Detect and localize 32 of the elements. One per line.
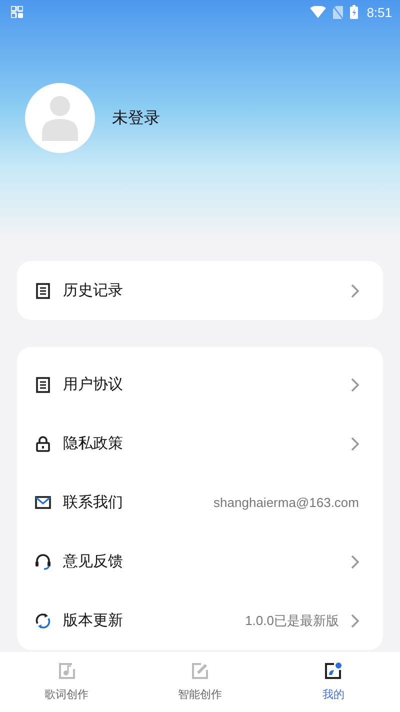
- tab[interactable]: 歌词创作: [0, 652, 134, 712]
- envelope-icon: [35, 496, 51, 509]
- item-value: 1.0.0已是最新版: [245, 612, 339, 630]
- menu-item[interactable]: 联系我们 shanghaierma@163.com: [17, 473, 383, 532]
- battery-icon: [350, 5, 358, 19]
- profile-icon: [324, 662, 342, 680]
- person-silhouette-icon: [42, 95, 78, 141]
- item-value: shanghaierma@163.com: [214, 495, 359, 510]
- chevron-right-icon: [351, 554, 359, 568]
- refresh-icon: [35, 612, 51, 628]
- document-icon: [36, 376, 50, 392]
- tab[interactable]: 智能创作: [133, 652, 267, 712]
- menu-item[interactable]: 隐私政策: [17, 414, 383, 473]
- app-grid-icon: [11, 6, 23, 18]
- menu-item[interactable]: 意见反馈: [17, 532, 383, 591]
- wifi-icon: [310, 6, 326, 18]
- menu-item[interactable]: 版本更新 1.0.0已是最新版: [17, 591, 383, 650]
- document-icon: [36, 282, 50, 298]
- music-note-icon: [58, 662, 76, 680]
- chevron-right-icon: [351, 284, 359, 298]
- menu-item[interactable]: 历史记录: [17, 261, 383, 320]
- no-sim-icon: [332, 6, 343, 18]
- login-status[interactable]: 未登录: [112, 108, 160, 128]
- tab[interactable]: 我的: [266, 652, 400, 712]
- chevron-right-icon: [351, 378, 359, 392]
- clock-time: 8:51: [366, 4, 392, 20]
- pencil-edit-icon: [190, 662, 209, 680]
- menu-item[interactable]: 用户协议: [17, 355, 383, 414]
- headset-icon: [35, 554, 51, 570]
- lock-icon: [36, 436, 50, 452]
- chevron-right-icon: [351, 436, 359, 450]
- chevron-right-icon: [351, 614, 359, 628]
